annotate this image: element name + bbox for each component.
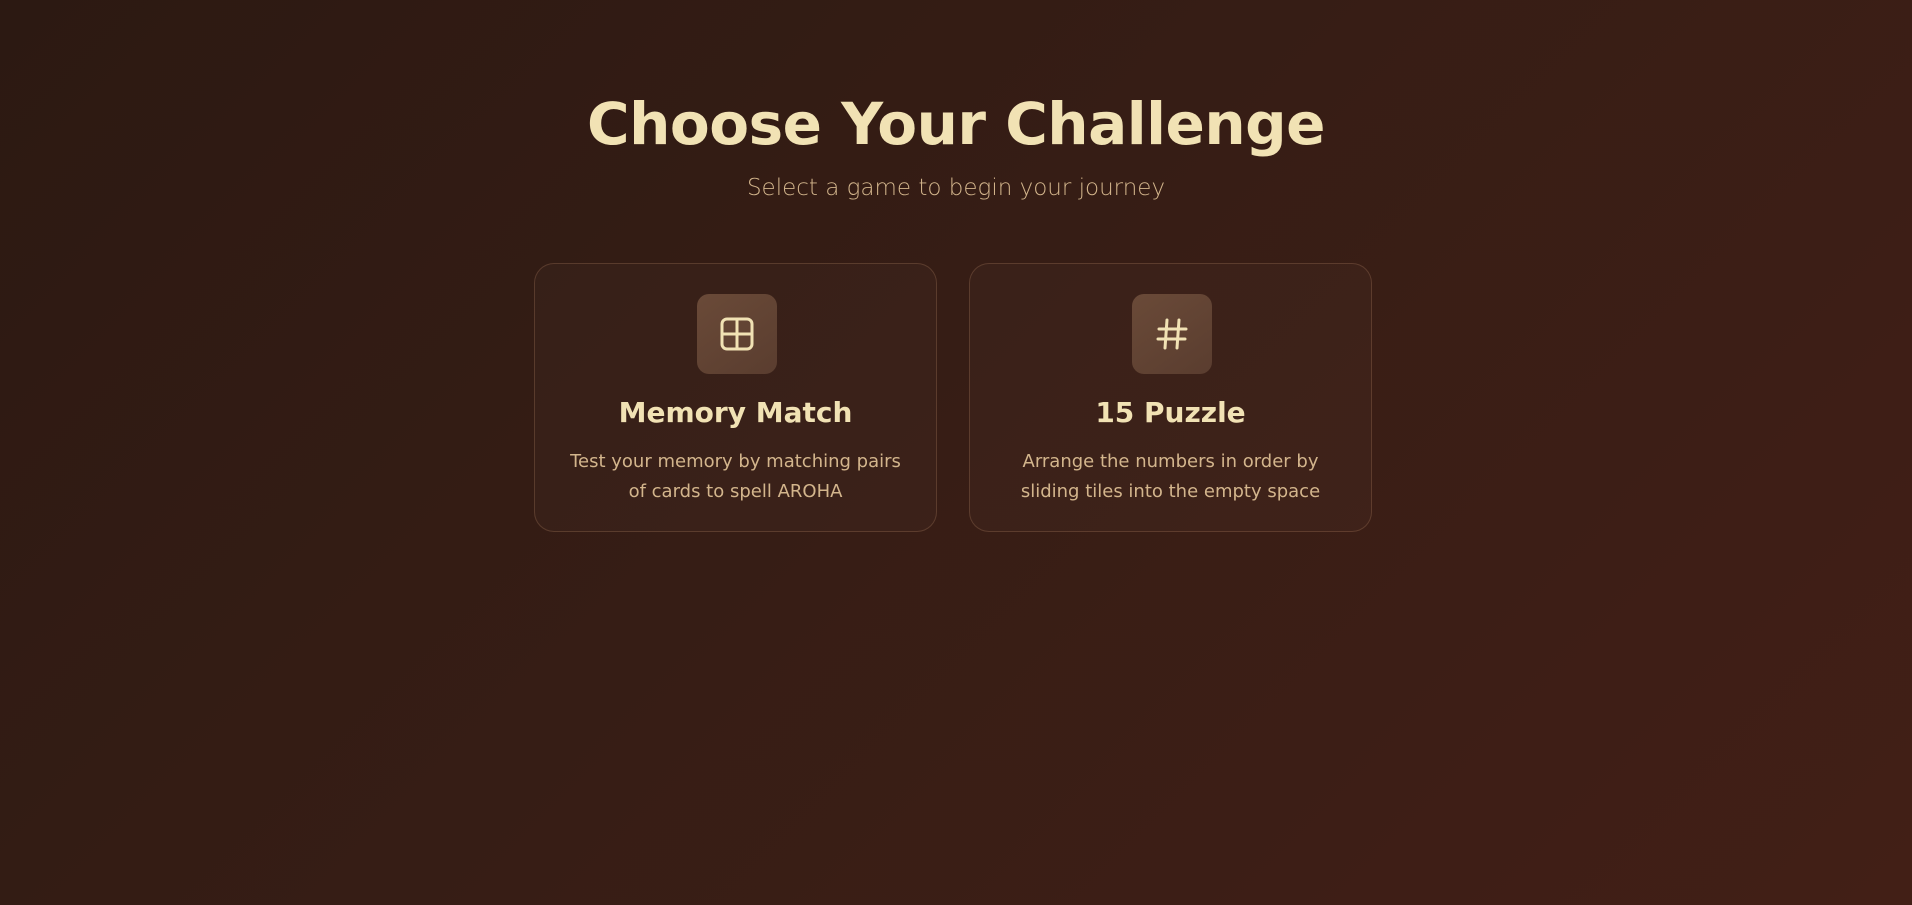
memory-match-card[interactable]: Memory Match Test your memory by matchin…: [534, 263, 937, 532]
page-title: Choose Your Challenge: [587, 90, 1325, 158]
grid-icon: [697, 294, 777, 374]
card-title: Memory Match: [618, 396, 853, 429]
game-card-list: Memory Match Test your memory by matchin…: [534, 263, 1374, 534]
game-select-screen: Choose Your Challenge Select a game to b…: [0, 0, 1912, 905]
card-description: Test your memory by matching pairs of ca…: [570, 451, 901, 502]
card-title: 15 Puzzle: [1095, 396, 1246, 429]
15-puzzle-card[interactable]: 15 Puzzle Arrange the numbers in order b…: [969, 263, 1372, 532]
card-description: Arrange the numbers in order by sliding …: [1020, 451, 1321, 502]
page-subtitle: Select a game to begin your journey: [746, 175, 1166, 201]
hash-icon: [1132, 294, 1212, 374]
